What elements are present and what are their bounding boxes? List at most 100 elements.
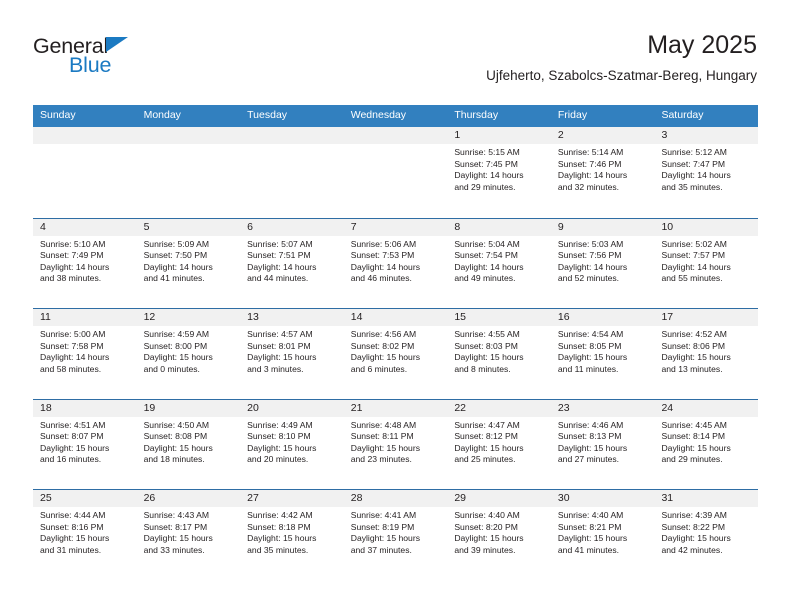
day-detail-line: Sunrise: 5:09 AM: [143, 238, 210, 249]
day-detail-line: Daylight: 15 hours: [350, 352, 421, 363]
day-detail-line: and 8 minutes.: [454, 363, 511, 374]
day-detail-line: Sunset: 7:54 PM: [454, 250, 518, 261]
day-details: Sunrise: 5:14 AM Sunset: 7:46 PM Daylight:…: [551, 144, 655, 193]
calendar-day-cell[interactable]: 7 Sunrise: 5:06 AM Sunset: 7:53 PM Daylight…: [343, 218, 448, 308]
day-detail-line: Sunrise: 4:55 AM: [454, 329, 520, 339]
day-detail-line: Sunrise: 4:46 AM: [557, 419, 624, 430]
calendar-day-cell[interactable]: 3 Sunrise: 5:12 AM Sunset: 7:47 PM Daylight…: [654, 127, 759, 218]
day-detail-line: Sunrise: 4:43 AM: [143, 510, 210, 520]
calendar-day-cell[interactable]: 2 Sunrise: 5:14 AM Sunset: 7:46 PM Daylight…: [550, 127, 655, 218]
calendar-day-cell[interactable]: 14 Sunrise: 4:56 AM Sunset: 8:02 PM Dayligh…: [343, 309, 448, 399]
day-number: 14: [343, 309, 448, 326]
day-details: Sunrise: 4:49 AM Sunset: 8:10 PM Daylight:…: [240, 417, 344, 466]
day-detail-line: and 41 minutes.: [143, 273, 205, 284]
calendar-day-cell[interactable]: 15 Sunrise: 4:55 AM Sunset: 8:03 PM Dayligh…: [447, 309, 551, 399]
calendar-day-cell[interactable]: 13 Sunrise: 4:57 AM Sunset: 8:01 PM Dayligh…: [240, 309, 344, 399]
day-details: Sunrise: 5:04 AM Sunset: 7:54 PM Daylight:…: [447, 236, 551, 285]
calendar-day-cell[interactable]: 31 Sunrise: 4:39 AM Sunset: 8:22 PM Dayligh…: [654, 490, 759, 580]
page-title: May 2025: [647, 31, 757, 59]
day-detail-line: and 27 minutes.: [557, 454, 620, 465]
calendar-day-cell[interactable]: 17 Sunrise: 4:52 AM Sunset: 8:06 PM Dayligh…: [654, 309, 759, 399]
day-number: [33, 127, 137, 144]
calendar-day-cell[interactable]: 10 Sunrise: 5:02 AM Sunset: 7:57 PM Dayligh…: [654, 218, 759, 308]
day-details: Sunrise: 4:59 AM Sunset: 8:00 PM Daylight:…: [137, 326, 241, 375]
page-header: General Blue May 2025 Ujfeherto, Szabolc…: [33, 30, 757, 98]
calendar-day-cell[interactable]: 27 Sunrise: 4:42 AM Sunset: 8:18 PM Dayligh…: [240, 490, 344, 580]
calendar-day-cell-empty: [33, 127, 137, 218]
day-detail-line: Sunset: 8:07 PM: [40, 431, 104, 442]
day-number: 16: [550, 309, 655, 326]
day-number: 7: [343, 218, 448, 236]
calendar-day-cell[interactable]: 6 Sunrise: 5:07 AM Sunset: 7:51 PM Daylight…: [240, 218, 344, 308]
logo-text-blue: Blue: [69, 53, 112, 77]
day-detail-line: Daylight: 15 hours: [661, 533, 731, 544]
calendar-day-cell[interactable]: 5 Sunrise: 5:09 AM Sunset: 7:50 PM Daylight…: [136, 218, 241, 308]
calendar-day-cell[interactable]: 19 Sunrise: 4:50 AM Sunset: 8:08 PM Dayligh…: [136, 399, 241, 489]
calendar-day-cell[interactable]: 8 Sunrise: 5:04 AM Sunset: 7:54 PM Daylight…: [447, 218, 551, 308]
calendar-day-cell[interactable]: 22 Sunrise: 4:47 AM Sunset: 8:12 PM Dayligh…: [447, 399, 551, 489]
calendar-day-cell[interactable]: 9 Sunrise: 5:03 AM Sunset: 7:56 PM Daylight…: [550, 218, 655, 308]
day-detail-line: Daylight: 15 hours: [557, 533, 628, 544]
day-details: Sunrise: 4:43 AM Sunset: 8:17 PM Daylight:…: [137, 507, 241, 556]
calendar-week-row: 4 Sunrise: 5:10 AM Sunset: 7:49 PM Daylight…: [33, 217, 759, 308]
calendar-grid: Sunday Monday Tuesday Wednesday Thursday Frid…: [33, 105, 759, 580]
day-detail-line: Sunrise: 4:52 AM: [661, 329, 727, 339]
calendar-day-cell-empty: [240, 127, 344, 218]
day-detail-line: and 29 minutes.: [454, 181, 516, 192]
day-detail-line: and 46 minutes.: [350, 273, 412, 284]
day-detail-line: Daylight: 15 hours: [557, 442, 628, 453]
calendar-weeks: 1 Sunrise: 5:15 AM Sunset: 7:45 PM Daylight…: [33, 127, 759, 580]
day-number: [136, 127, 241, 144]
calendar-day-cell[interactable]: 1 Sunrise: 5:15 AM Sunset: 7:45 PM Daylight…: [447, 127, 551, 218]
calendar-day-cell[interactable]: 29 Sunrise: 4:40 AM Sunset: 8:20 PM Dayligh…: [447, 490, 551, 580]
calendar-day-cell[interactable]: 28 Sunrise: 4:41 AM Sunset: 8:19 PM Dayligh…: [343, 490, 448, 580]
calendar-day-cell[interactable]: 20 Sunrise: 4:49 AM Sunset: 8:10 PM Dayligh…: [240, 399, 344, 489]
day-detail-line: Sunset: 8:08 PM: [143, 431, 208, 442]
day-detail-line: Sunset: 8:20 PM: [454, 521, 518, 532]
day-detail-line: Sunrise: 5:04 AM: [454, 238, 520, 249]
day-number: 31: [654, 490, 759, 507]
calendar-day-cell[interactable]: 16 Sunrise: 4:54 AM Sunset: 8:05 PM Dayligh…: [550, 309, 655, 399]
day-detail-line: Sunrise: 4:50 AM: [143, 419, 210, 430]
day-number: 1: [447, 127, 551, 144]
day-number: 18: [33, 399, 137, 417]
day-detail-line: and 13 minutes.: [661, 363, 723, 374]
general-blue-logo[interactable]: General Blue: [33, 34, 153, 80]
day-detail-line: Daylight: 15 hours: [454, 533, 524, 544]
day-detail-line: and 39 minutes.: [454, 544, 516, 555]
day-detail-line: Sunset: 7:51 PM: [247, 250, 311, 261]
day-details: Sunrise: 4:51 AM Sunset: 8:07 PM Daylight:…: [33, 417, 137, 466]
day-detail-line: and 25 minutes.: [454, 454, 516, 465]
calendar-day-cell[interactable]: 18 Sunrise: 4:51 AM Sunset: 8:07 PM Dayligh…: [33, 399, 137, 489]
calendar-day-cell[interactable]: 24 Sunrise: 4:45 AM Sunset: 8:14 PM Dayligh…: [654, 399, 759, 489]
day-details: Sunrise: 4:40 AM Sunset: 8:21 PM Daylight:…: [551, 507, 655, 556]
day-details: Sunrise: 4:47 AM Sunset: 8:12 PM Daylight:…: [447, 417, 551, 466]
day-details: Sunrise: 5:12 AM Sunset: 7:47 PM Daylight:…: [654, 144, 758, 193]
day-detail-line: and 44 minutes.: [247, 273, 309, 284]
day-detail-line: Sunrise: 4:40 AM: [454, 510, 520, 520]
day-detail-line: Sunset: 8:05 PM: [557, 340, 622, 351]
day-details: Sunrise: 5:06 AM Sunset: 7:53 PM Daylight:…: [344, 236, 448, 285]
day-detail-line: and 33 minutes.: [143, 544, 205, 555]
day-details: Sunrise: 4:48 AM Sunset: 8:11 PM Daylight:…: [344, 417, 448, 466]
day-detail-line: Daylight: 14 hours: [557, 170, 628, 181]
calendar-day-cell[interactable]: 21 Sunrise: 4:48 AM Sunset: 8:11 PM Dayligh…: [343, 399, 448, 489]
weekday-header-friday: Friday: [557, 109, 588, 121]
day-detail-line: Sunset: 7:57 PM: [661, 250, 726, 261]
day-detail-line: Sunset: 8:18 PM: [247, 521, 311, 532]
calendar-day-cell-empty: [136, 127, 241, 218]
calendar-day-cell[interactable]: 4 Sunrise: 5:10 AM Sunset: 7:49 PM Daylight…: [33, 218, 137, 308]
calendar-day-cell[interactable]: 23 Sunrise: 4:46 AM Sunset: 8:13 PM Dayligh…: [550, 399, 655, 489]
calendar-day-cell[interactable]: 26 Sunrise: 4:43 AM Sunset: 8:17 PM Dayligh…: [136, 490, 241, 580]
day-number: 21: [343, 399, 448, 417]
day-detail-line: and 0 minutes.: [143, 363, 200, 374]
calendar-day-cell[interactable]: 12 Sunrise: 4:59 AM Sunset: 8:00 PM Dayligh…: [136, 309, 241, 399]
calendar-day-cell[interactable]: 30 Sunrise: 4:40 AM Sunset: 8:21 PM Dayligh…: [550, 490, 655, 580]
day-detail-line: Sunset: 7:58 PM: [40, 340, 104, 351]
day-detail-line: Sunset: 8:11 PM: [350, 431, 414, 442]
calendar-day-cell[interactable]: 11 Sunrise: 5:00 AM Sunset: 7:58 PM Dayligh…: [33, 309, 137, 399]
calendar-day-cell[interactable]: 25 Sunrise: 4:44 AM Sunset: 8:16 PM Dayligh…: [33, 490, 137, 580]
day-detail-line: Sunset: 8:00 PM: [143, 340, 208, 351]
day-number: 11: [33, 309, 137, 326]
day-details: Sunrise: 4:54 AM Sunset: 8:05 PM Daylight:…: [551, 326, 655, 375]
